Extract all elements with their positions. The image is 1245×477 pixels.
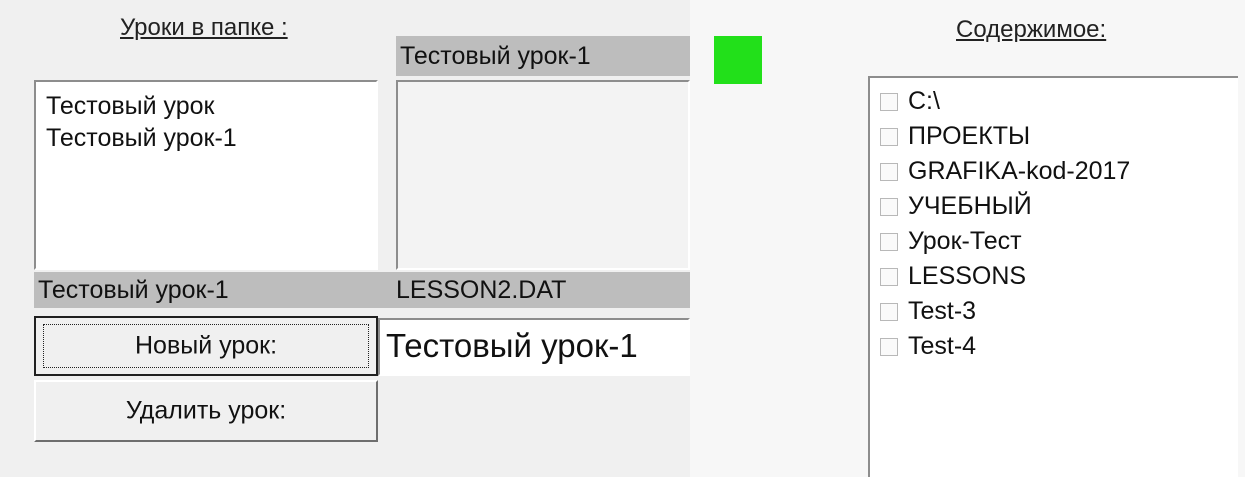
tree-item[interactable]: Test-4 xyxy=(870,329,1238,364)
tree-item-label: C:\ xyxy=(908,87,940,115)
tree-item[interactable]: C:\ xyxy=(870,84,1238,119)
checkbox-icon[interactable] xyxy=(880,337,898,356)
tree-item-label: Урок-Тест xyxy=(908,227,1022,255)
status-indicator xyxy=(714,36,762,84)
checkbox-icon[interactable] xyxy=(880,232,898,251)
tree-item-label: Test-4 xyxy=(908,332,977,360)
contents-tree[interactable]: C:\ ПРОЕКТЫ GRAFIKA-kod-2017 УЧЕБНЫЙ Уро… xyxy=(868,76,1238,477)
tree-item[interactable]: GRAFIKA-kod-2017 xyxy=(870,154,1238,189)
tree-item-label: УЧЕБНЫЙ xyxy=(908,192,1032,220)
lesson-name-field[interactable]: Тестовый урок-1 xyxy=(378,318,690,376)
tree-item[interactable]: Test-3 xyxy=(870,294,1238,329)
lessons-header: Уроки в папке : xyxy=(120,14,288,41)
tree-item-label: Test-3 xyxy=(908,297,977,325)
tree-item-label: LESSONS xyxy=(908,262,1027,290)
checkbox-icon[interactable] xyxy=(880,197,898,216)
preview-title-bar: Тестовый урок-1 xyxy=(396,36,690,76)
delete-lesson-label: Удалить урок: xyxy=(125,396,287,425)
tree-item-label: ПРОЕКТЫ xyxy=(908,122,1031,150)
preview-area[interactable] xyxy=(396,80,690,270)
file-name-bar: LESSON2.DAT xyxy=(378,272,690,308)
checkbox-icon[interactable] xyxy=(880,302,898,321)
tree-item[interactable]: Урок-Тест xyxy=(870,224,1238,259)
checkbox-icon[interactable] xyxy=(880,162,898,181)
new-lesson-button[interactable]: Новый урок: xyxy=(34,316,378,376)
checkbox-icon[interactable] xyxy=(880,267,898,286)
checkbox-icon[interactable] xyxy=(880,92,898,111)
lessons-list[interactable]: Тестовый урок Тестовый урок-1 xyxy=(34,80,378,270)
tree-item[interactable]: УЧЕБНЫЙ xyxy=(870,189,1238,224)
tree-item[interactable]: ПРОЕКТЫ xyxy=(870,119,1238,154)
checkbox-icon[interactable] xyxy=(880,127,898,146)
tree-item-label: GRAFIKA-kod-2017 xyxy=(908,157,1131,185)
lesson-list-item[interactable]: Тестовый урок xyxy=(36,90,376,122)
lesson-list-item[interactable]: Тестовый урок-1 xyxy=(36,122,376,154)
contents-header: Содержимое: xyxy=(956,16,1107,43)
delete-lesson-button[interactable]: Удалить урок: xyxy=(34,380,378,442)
new-lesson-label: Новый урок: xyxy=(134,331,278,360)
selected-lesson-bar: Тестовый урок-1 xyxy=(34,272,378,308)
tree-item[interactable]: LESSONS xyxy=(870,259,1238,294)
